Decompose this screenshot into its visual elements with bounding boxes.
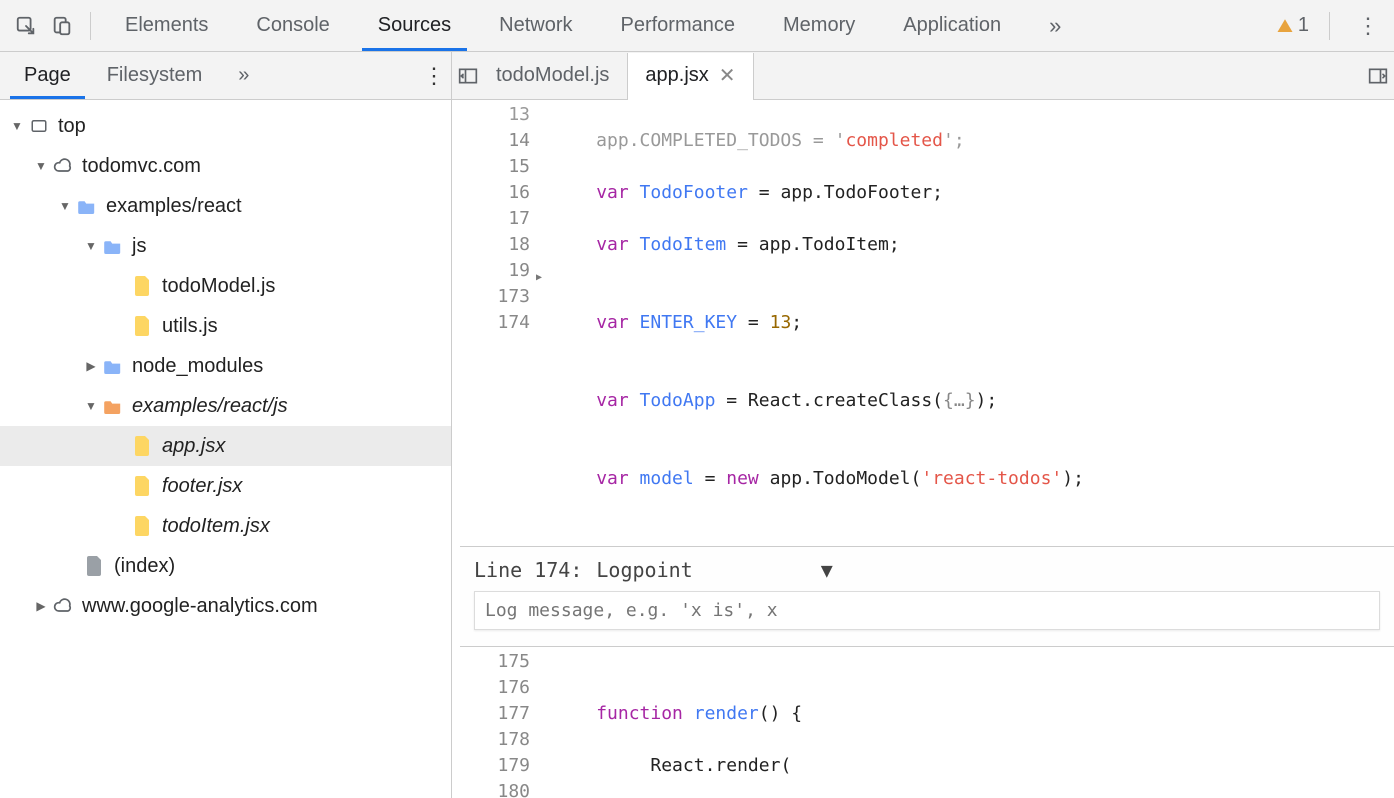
js-file-icon (132, 315, 154, 337)
frame-icon (28, 115, 50, 137)
folder-icon (102, 355, 124, 377)
code-editor[interactable]: 13 14 15 16 17 18 19▶ 173 174 app.COMPLE… (452, 100, 1394, 798)
js-file-icon (132, 515, 154, 537)
separator (1329, 12, 1330, 40)
sidebar-tabs-overflow-icon[interactable]: » (220, 52, 267, 99)
kebab-menu-icon[interactable]: ⋮ (1350, 8, 1386, 44)
main-split: Page Filesystem » ⋮ ▼ top ▼ todomvc.com (0, 52, 1394, 798)
chevron-right-icon: ▶ (84, 359, 98, 373)
editor-tabs: todoModel.js app.jsx ✕ (452, 52, 1394, 100)
tree-folder-js[interactable]: ▼ js (0, 226, 451, 266)
tree-file-index[interactable]: (index) (0, 546, 451, 586)
chevron-down-icon: ▼ (58, 199, 72, 213)
chevron-down-icon: ▼ (34, 159, 48, 173)
sidebar-tabs: Page Filesystem » ⋮ (0, 52, 451, 100)
sidebar-kebab-icon[interactable]: ⋮ (423, 63, 445, 89)
device-toolbar-icon[interactable] (44, 8, 80, 44)
tab-console[interactable]: Console (232, 0, 353, 51)
show-navigator-icon[interactable] (458, 67, 478, 85)
code-source[interactable]: app.COMPLETED_TODOS = 'completed'; var T… (542, 100, 1394, 546)
logpoint-message-input[interactable] (474, 591, 1380, 630)
chevron-down-icon: ▼ (821, 557, 833, 583)
chevron-down-icon: ▼ (10, 119, 24, 133)
gutter[interactable]: 175 176 177 178 179 180 181 182 183 184 … (452, 647, 542, 798)
logpoint-editor: Line 174: Logpoint ▼ (460, 546, 1394, 647)
editor-pane: todoModel.js app.jsx ✕ 13 14 15 16 17 18 (452, 52, 1394, 798)
cloud-icon (52, 155, 74, 177)
tab-sources[interactable]: Sources (354, 0, 475, 51)
tree-file-footer-jsx[interactable]: footer.jsx (0, 466, 451, 506)
sidebar-tab-page[interactable]: Page (6, 52, 89, 99)
tree-file-utils[interactable]: utils.js (0, 306, 451, 346)
gutter[interactable]: 13 14 15 16 17 18 19▶ 173 174 (452, 100, 542, 546)
devtools-topbar: Elements Console Sources Network Perform… (0, 0, 1394, 52)
tab-elements[interactable]: Elements (101, 0, 232, 51)
tab-memory[interactable]: Memory (759, 0, 879, 51)
show-debugger-icon[interactable] (1368, 67, 1388, 85)
js-file-icon (132, 435, 154, 457)
tree-domain-ga[interactable]: ▶ www.google-analytics.com (0, 586, 451, 626)
sidebar-tab-filesystem[interactable]: Filesystem (89, 52, 221, 99)
logpoint-line-label: Line 174: (474, 557, 582, 583)
editor-tab-app-jsx[interactable]: app.jsx ✕ (627, 53, 753, 100)
cloud-icon (52, 595, 74, 617)
panel-tabs: Elements Console Sources Network Perform… (101, 0, 1276, 51)
js-file-icon (132, 475, 154, 497)
tree-top[interactable]: ▼ top (0, 106, 451, 146)
tree-domain[interactable]: ▼ todomvc.com (0, 146, 451, 186)
tab-application[interactable]: Application (879, 0, 1025, 51)
warning-count: 1 (1298, 14, 1309, 37)
tree-folder-examples-react[interactable]: ▼ examples/react (0, 186, 451, 226)
fold-marker-icon[interactable]: ▶ (536, 265, 542, 291)
sources-sidebar: Page Filesystem » ⋮ ▼ top ▼ todomvc.com (0, 52, 452, 798)
warning-badge[interactable]: 1 (1276, 14, 1309, 37)
file-tree: ▼ top ▼ todomvc.com ▼ examples/ (0, 100, 451, 632)
tree-folder-sourcemapped[interactable]: ▼ examples/react/js (0, 386, 451, 426)
logpoint-type-dropdown[interactable]: Logpoint ▼ (596, 557, 832, 583)
tab-network[interactable]: Network (475, 0, 596, 51)
close-icon[interactable]: ✕ (719, 63, 736, 88)
separator (90, 12, 91, 40)
folder-icon (102, 235, 124, 257)
editor-tab-todomodel[interactable]: todoModel.js (478, 52, 627, 99)
chevron-right-icon: ▶ (34, 599, 48, 613)
js-file-icon (132, 275, 154, 297)
inspect-element-icon[interactable] (8, 8, 44, 44)
tree-file-todomodel[interactable]: todoModel.js (0, 266, 451, 306)
chevron-down-icon: ▼ (84, 399, 98, 413)
tree-folder-node-modules[interactable]: ▶ node_modules (0, 346, 451, 386)
folder-icon (76, 195, 98, 217)
tab-performance[interactable]: Performance (597, 0, 760, 51)
chevron-down-icon: ▼ (84, 239, 98, 253)
folder-sourcemap-icon (102, 395, 124, 417)
document-icon (84, 555, 106, 577)
tree-file-app-jsx[interactable]: app.jsx (0, 426, 451, 466)
topbar-right: 1 ⋮ (1276, 8, 1386, 44)
tabs-overflow-icon[interactable]: » (1025, 0, 1085, 51)
code-source[interactable]: function render() { React.render( <TodoA… (542, 647, 1394, 798)
tree-file-todoitem-jsx[interactable]: todoItem.jsx (0, 506, 451, 546)
